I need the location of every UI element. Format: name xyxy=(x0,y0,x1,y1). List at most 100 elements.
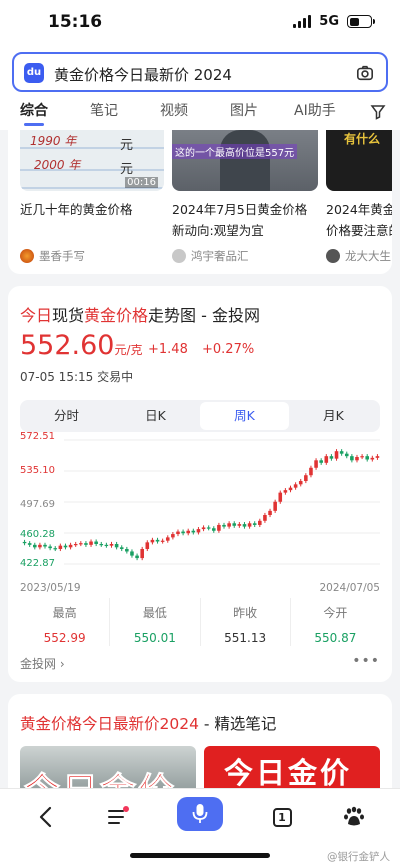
candle-body xyxy=(206,527,211,529)
period-tab-weekly[interactable]: 周K xyxy=(200,402,289,430)
microphone-icon xyxy=(192,804,208,823)
notes-card-title[interactable]: 黄金价格今日最新价2024 - 精选笔记 xyxy=(20,712,276,734)
stat-value: 550.87 xyxy=(314,631,357,645)
candle-body xyxy=(329,456,334,459)
status-bar: 15:16 5G xyxy=(0,0,400,48)
candle-body xyxy=(263,515,267,521)
search-input[interactable]: du 黄金价格今日最新价 2024 xyxy=(12,52,388,92)
price-unit: 元/克 xyxy=(114,343,143,357)
tab-count: 1 xyxy=(272,807,292,827)
period-tabs: 分时 日K 周K 月K xyxy=(20,400,380,432)
candle-body xyxy=(227,523,231,527)
stat-open: 今开 550.87 xyxy=(291,598,380,646)
avatar xyxy=(326,249,340,263)
candle-body xyxy=(186,530,191,534)
video-thumbnail[interactable]: 这的一个最高价位是557元 xyxy=(172,130,318,191)
period-tab-intraday[interactable]: 分时 xyxy=(22,402,111,430)
candle-body xyxy=(68,544,73,548)
menu-button[interactable] xyxy=(98,799,138,835)
title-part: 黄金价格 xyxy=(84,306,149,325)
candle-body xyxy=(211,528,216,531)
title-part: - 精选笔记 xyxy=(198,715,277,733)
candle-body xyxy=(360,456,364,458)
video-thumbnail[interactable]: 1990 年 2000 年 元 元 00:16 xyxy=(20,130,164,191)
video-results-card: 1990 年 2000 年 元 元 00:16 这的一个最高价位是557元 有什… xyxy=(8,130,392,274)
candle-body xyxy=(145,542,150,549)
video-title[interactable]: 2024年黄金价格要注意的吗 xyxy=(326,199,392,241)
tab-notes[interactable]: 笔记 xyxy=(90,100,118,126)
candle-body xyxy=(155,539,160,542)
candle-body xyxy=(130,551,134,556)
candle-body xyxy=(114,544,119,548)
voice-search-button[interactable] xyxy=(177,797,223,831)
tab-ai-assistant[interactable]: AI助手 xyxy=(294,100,336,126)
note-image[interactable]: 今日金价 xyxy=(204,746,380,794)
stat-label: 最低 xyxy=(142,606,167,620)
candle-body xyxy=(365,456,370,460)
candle-body xyxy=(140,548,144,559)
notes-card: 黄金价格今日最新价2024 - 精选笔记 今日金价 今日金价 xyxy=(8,694,392,794)
candle-body xyxy=(344,453,349,457)
back-icon xyxy=(39,806,52,828)
candle-body xyxy=(84,543,88,545)
candle-body xyxy=(309,467,313,476)
gold-card-title[interactable]: 今日现货黄金价格走势图 - 金投网 xyxy=(20,302,260,326)
video-title[interactable]: 2024年7月5日黄金价格新动向:观望为宜 xyxy=(172,199,318,241)
stat-low: 最低 550.01 xyxy=(110,598,201,646)
candle-body xyxy=(252,523,257,525)
note-image[interactable]: 今日金价 xyxy=(20,746,196,794)
candle-body xyxy=(247,523,252,527)
candle-body xyxy=(339,451,344,454)
tabs-button[interactable]: 1 xyxy=(262,799,302,835)
candle-body xyxy=(242,524,247,527)
baidu-home-button[interactable] xyxy=(334,799,374,835)
stat-value: 552.99 xyxy=(43,631,86,645)
title-part: 今日 xyxy=(20,306,53,325)
candle-body xyxy=(58,545,63,549)
tab-videos[interactable]: 视频 xyxy=(160,100,188,126)
candlestick-chart[interactable]: 572.51 535.10 497.69 460.28 422.87 xyxy=(8,431,392,596)
avatar xyxy=(172,249,186,263)
thumb-caption: 这的一个最高价位是557元 xyxy=(172,144,298,159)
candle-body xyxy=(22,541,27,544)
bottom-navigation: 1 @银行金铲人 xyxy=(0,788,400,865)
candle-body xyxy=(79,543,83,545)
source-row: 金投网 › ••• xyxy=(20,653,380,672)
search-query[interactable]: 黄金价格今日最新价 2024 xyxy=(54,64,232,85)
thumb-text: 2000 年 xyxy=(34,158,81,172)
candle-body xyxy=(258,520,262,525)
candle-body xyxy=(32,544,37,548)
tab-images[interactable]: 图片 xyxy=(230,100,258,126)
search-header: du 黄金价格今日最新价 2024 综合 笔记 视频 图片 AI助手 xyxy=(0,48,400,130)
status-time: 15:16 xyxy=(48,12,103,32)
thumb-text: 1990 年 xyxy=(30,134,77,148)
candle-body xyxy=(135,555,139,559)
candle-body xyxy=(109,544,114,546)
back-button[interactable] xyxy=(26,799,66,835)
status-icons: 5G xyxy=(293,14,375,29)
video-title[interactable]: 近几十年的黄金价格 xyxy=(20,199,164,220)
tab-all[interactable]: 综合 xyxy=(20,100,48,126)
camera-search-icon[interactable] xyxy=(356,64,374,82)
candle-body xyxy=(104,544,109,547)
filter-icon[interactable] xyxy=(370,104,386,120)
source-link[interactable]: 金投网 › xyxy=(20,657,65,671)
price-timestamp: 07-05 15:15 交易中 xyxy=(20,368,133,385)
candle-body xyxy=(181,531,185,534)
title-part: 黄金价格今日最新价2024 xyxy=(20,715,199,733)
menu-icon xyxy=(108,806,129,824)
price-change-percent: +0.27% xyxy=(202,342,255,357)
video-thumbnail[interactable]: 有什么 xyxy=(326,130,392,191)
note-image-text: 今日金价 xyxy=(224,756,353,790)
period-tab-monthly[interactable]: 月K xyxy=(289,402,378,430)
title-part: 现货 xyxy=(52,306,85,325)
candle-body xyxy=(89,541,93,545)
candle-body xyxy=(355,456,359,461)
period-tab-daily[interactable]: 日K xyxy=(111,402,200,430)
candle-body xyxy=(94,541,98,545)
candle-body xyxy=(334,451,339,459)
x-tick-label: 2024/07/05 xyxy=(319,582,380,594)
more-options-icon[interactable]: ••• xyxy=(352,653,380,669)
candle-body xyxy=(293,484,298,488)
candle-body xyxy=(48,546,52,549)
